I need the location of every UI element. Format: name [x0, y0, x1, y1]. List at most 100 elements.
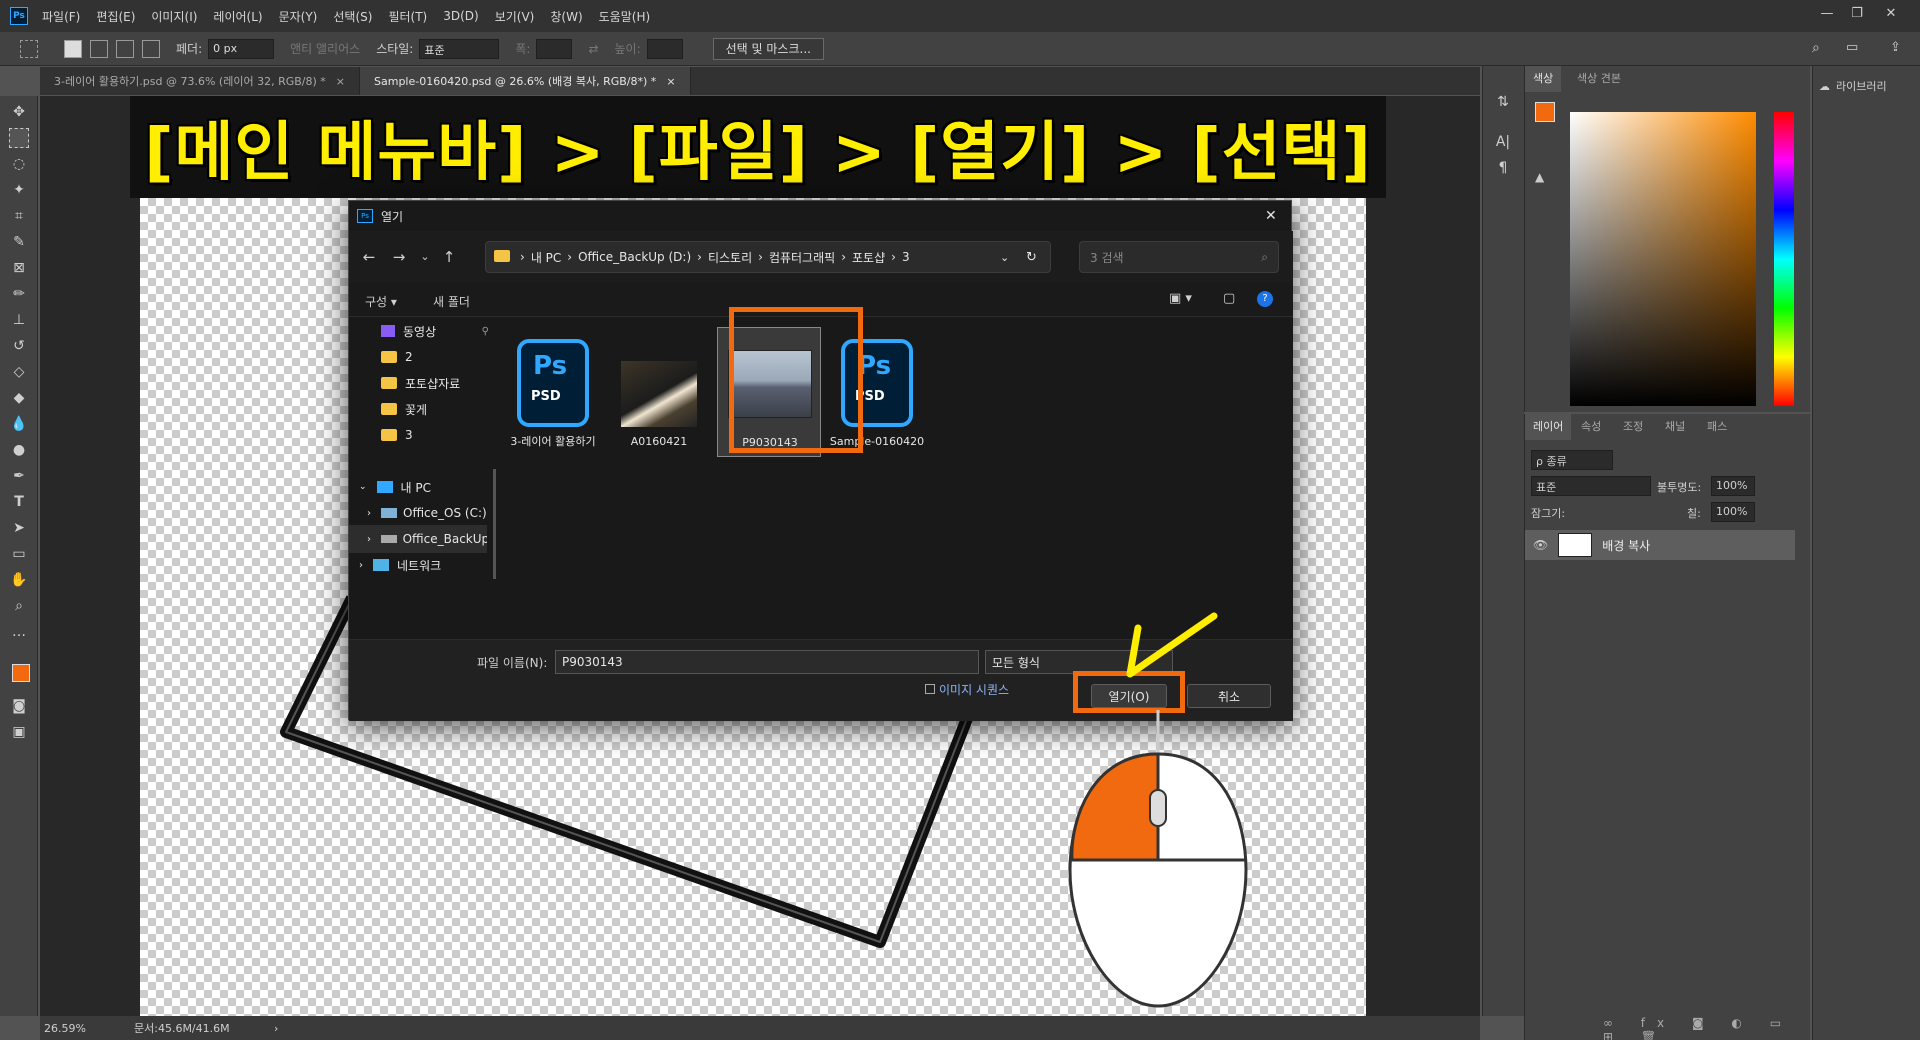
subtract-selection-icon[interactable] [116, 39, 134, 58]
tab-properties[interactable]: 속성 [1573, 414, 1609, 440]
filename-input[interactable]: P9030143 [555, 650, 979, 674]
foreground-swatch-large[interactable] [1535, 102, 1555, 122]
pen-tool-icon[interactable]: ✒ [9, 466, 29, 486]
status-arrow-icon[interactable]: › [274, 1022, 278, 1035]
menu-type[interactable]: 문자(Y) [279, 8, 318, 25]
layer-name[interactable]: 배경 복사 [1602, 537, 1650, 554]
type-tool-icon[interactable]: T [9, 492, 29, 512]
brush-tool-icon[interactable]: ✏ [9, 284, 29, 304]
minimize-icon[interactable]: — [1816, 6, 1838, 26]
organize-button[interactable]: 구성 ▾ [365, 293, 397, 310]
menu-3d[interactable]: 3D(D) [443, 9, 478, 23]
file-item[interactable]: Ps PSD 3-레이어 활용하기 [501, 327, 605, 457]
nav-item-network[interactable]: › 네트워크 [349, 551, 499, 579]
screen-mode-icon[interactable]: ▣ [9, 722, 29, 742]
more-tools-icon[interactable]: … [9, 622, 29, 642]
paragraph-icon[interactable]: ¶ [1493, 158, 1513, 178]
style-select[interactable]: 표준 [419, 38, 500, 59]
paint-bucket-icon[interactable]: ◆ [9, 388, 29, 408]
view-mode-icon[interactable]: ▣ ▾ [1169, 291, 1192, 306]
magic-wand-tool-icon[interactable]: ✦ [9, 180, 29, 200]
character-icon[interactable]: A| [1493, 132, 1513, 152]
frame-tool-icon[interactable]: ⊠ [9, 258, 29, 278]
cancel-button[interactable]: 취소 [1187, 684, 1271, 708]
lasso-tool-icon[interactable]: ◌ [9, 154, 29, 174]
eraser-tool-icon[interactable]: ◇ [9, 362, 29, 382]
history-icon[interactable]: ⇅ [1493, 92, 1513, 112]
opacity-input[interactable]: 100% [1711, 476, 1755, 496]
chevron-right-icon[interactable]: › [359, 560, 363, 571]
blend-mode-select[interactable]: 표준 [1531, 476, 1651, 496]
breadcrumb-photoshop[interactable]: 포토샵 [852, 249, 885, 266]
kind-filter-select[interactable]: ρ 종류 [1531, 450, 1613, 470]
history-brush-icon[interactable]: ↺ [9, 336, 29, 356]
hue-slider[interactable] [1774, 112, 1794, 406]
nav-item-my-pc[interactable]: ⌄ 내 PC [349, 473, 499, 501]
refresh-icon[interactable]: ↻ [1026, 250, 1037, 265]
pin-icon[interactable]: ⚲ [482, 326, 489, 337]
zoom-level[interactable]: 26.59% [44, 1022, 124, 1035]
swap-icon[interactable]: ⇄ [588, 42, 598, 56]
tab-layers[interactable]: 레이어 [1525, 414, 1572, 440]
address-bar[interactable]: › 내 PC › Office_BackUp (D:) › 티스토리 › 컴퓨터… [485, 241, 1051, 273]
breadcrumb-graphics[interactable]: 컴퓨터그래픽 [769, 249, 835, 266]
nav-item-folder-3[interactable]: 3 [349, 421, 499, 449]
stamp-tool-icon[interactable]: ⊥ [9, 310, 29, 330]
intersect-selection-icon[interactable] [142, 39, 160, 58]
layer-row[interactable]: 👁 배경 복사 [1525, 530, 1795, 560]
eye-visibility-icon[interactable]: 👁 [1533, 538, 1548, 552]
antialias-checkbox[interactable]: 앤티 앨리어스 [290, 40, 360, 57]
new-selection-icon[interactable] [64, 39, 82, 58]
breadcrumb-tistory[interactable]: 티스토리 [708, 249, 752, 266]
fill-input[interactable]: 100% [1711, 502, 1755, 522]
restore-icon[interactable]: ❐ [1846, 6, 1868, 26]
add-selection-icon[interactable] [90, 39, 108, 58]
tab-document-1[interactable]: 3-레이어 활용하기.psd @ 73.6% (레이어 32, RGB/8) *… [40, 67, 360, 95]
close-icon[interactable]: ✕ [1880, 6, 1902, 26]
tab-adjustments[interactable]: 조정 [1615, 414, 1651, 440]
recent-chevron-icon[interactable]: ⌄ [413, 245, 437, 269]
search-input[interactable]: 3 검색 [1090, 249, 1124, 266]
hand-tool-icon[interactable]: ✋ [9, 570, 29, 590]
close-icon[interactable]: × [666, 75, 675, 88]
menu-layer[interactable]: 레이어(L) [213, 8, 262, 25]
tab-paths[interactable]: 패스 [1699, 414, 1735, 440]
blur-tool-icon[interactable]: 💧 [9, 414, 29, 434]
sequence-checkbox[interactable] [925, 684, 935, 694]
foreground-color-swatch[interactable] [12, 664, 30, 682]
select-and-mask-button[interactable]: 선택 및 마스크... [712, 37, 824, 60]
layer-footer-icons[interactable]: ∞ fx ◙ ◐ ▭ ⊞ 🗑 [1603, 1016, 1810, 1040]
move-tool-icon[interactable]: ✥ [9, 102, 29, 122]
nav-scrollbar[interactable] [493, 469, 496, 579]
width-input[interactable] [536, 38, 573, 59]
menu-view[interactable]: 보기(V) [495, 8, 535, 25]
menu-edit[interactable]: 편집(E) [96, 8, 135, 25]
nav-item-drive-c[interactable]: › Office_OS (C:) [349, 499, 499, 527]
nav-item-crab[interactable]: 꽃게 [349, 395, 499, 423]
share-icon[interactable]: ⇪ [1890, 40, 1901, 55]
close-icon[interactable]: × [336, 75, 345, 88]
chevron-down-icon[interactable]: ⌄ [1000, 251, 1009, 264]
menu-window[interactable]: 창(W) [550, 8, 582, 25]
breadcrumb-my-pc[interactable]: 내 PC [531, 249, 561, 266]
up-arrow-icon[interactable]: ↑ [437, 245, 461, 269]
breadcrumb-drive[interactable]: Office_BackUp (D:) [578, 250, 691, 264]
dodge-tool-icon[interactable]: ● [9, 440, 29, 460]
file-item[interactable]: A0160421 [607, 327, 711, 457]
forward-arrow-icon[interactable]: → [387, 245, 411, 269]
height-input[interactable] [646, 38, 683, 59]
eyedropper-tool-icon[interactable]: ✎ [9, 232, 29, 252]
marquee-tool-icon[interactable] [9, 128, 29, 148]
chevron-down-icon[interactable]: ⌄ [359, 482, 367, 492]
close-icon[interactable]: ✕ [1265, 208, 1277, 224]
nav-item-videos[interactable]: 동영상 ⚲ [349, 317, 499, 345]
tab-swatches[interactable]: 색상 견본 [1569, 66, 1629, 92]
tab-document-2[interactable]: Sample-0160420.psd @ 26.6% (배경 복사, RGB/8… [360, 67, 691, 95]
preview-pane-icon[interactable]: ▢ [1223, 291, 1235, 306]
nav-item-folder-2[interactable]: 2 [349, 343, 499, 371]
color-picker-field[interactable] [1570, 112, 1756, 406]
search-icon[interactable]: ⌕ [1812, 40, 1820, 56]
path-select-icon[interactable]: ➤ [9, 518, 29, 538]
tab-color[interactable]: 색상 [1525, 66, 1562, 92]
chevron-right-icon[interactable]: › [367, 508, 371, 519]
